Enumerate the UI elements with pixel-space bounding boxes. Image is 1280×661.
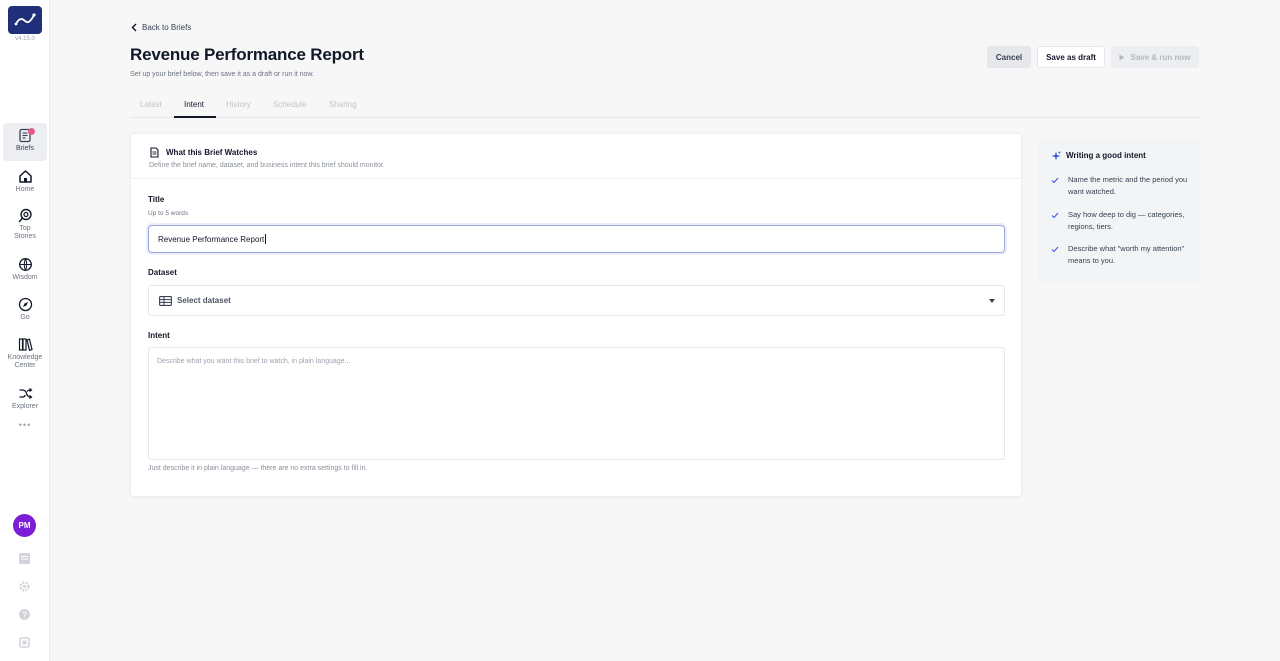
save-and-run-button[interactable]: Save & run now — [1111, 46, 1199, 68]
page-subtitle: Set up your brief below, then save it as… — [130, 71, 315, 78]
app-logo[interactable] — [8, 6, 42, 34]
sidebar-item-wisdom[interactable]: Wisdom — [3, 257, 47, 282]
sidebar-item-label: Explorer — [11, 403, 39, 410]
chip-icon[interactable] — [18, 636, 31, 649]
intent-field-label: Intent — [148, 331, 170, 340]
tip-item: Say how deep to dig — categories, region… — [1068, 210, 1185, 231]
active-tab-indicator — [174, 116, 216, 118]
chevron-down-icon — [989, 299, 995, 303]
title-input[interactable]: Revenue Performance Report — [148, 225, 1005, 253]
shuffle-icon — [19, 388, 32, 399]
check-icon — [1051, 212, 1059, 219]
title-input-value: Revenue Performance Report — [158, 234, 265, 244]
top-stories-icon — [18, 208, 32, 223]
sidebar-item-top-stories[interactable]: Top Stories — [3, 208, 47, 241]
sidebar: v4.15.0 Briefs Home Top Stories Wisdom G… — [0, 0, 50, 661]
play-icon — [1119, 54, 1125, 60]
tip-item: Name the metric and the period you want … — [1068, 175, 1188, 196]
library-icon — [18, 338, 33, 351]
gear-icon[interactable] — [18, 580, 31, 593]
notification-badge — [28, 128, 35, 135]
tips-title: Writing a good intent — [1066, 151, 1146, 160]
sidebar-item-explorer[interactable]: Explorer — [3, 386, 47, 411]
card-subtitle: Define the brief name, dataset, and busi… — [149, 162, 385, 169]
title-field-label: Title — [148, 195, 165, 204]
sparkle-icon — [1051, 151, 1061, 161]
title-field-hint: Up to 5 words — [148, 210, 189, 217]
sidebar-item-label: Top Stories — [14, 225, 36, 240]
sidebar-item-home[interactable]: Home — [3, 169, 47, 194]
tab-latest[interactable]: Latest — [140, 100, 162, 109]
brief-form-card: What this Brief Watches Define the brief… — [130, 133, 1022, 497]
tip-item: Describe what "worth my attention" means… — [1068, 244, 1185, 265]
check-icon — [1051, 246, 1059, 253]
brief-tabs: Latest Intent History Schedule Sharing — [130, 96, 1200, 118]
dataset-select[interactable]: Select dataset — [148, 285, 1005, 316]
sidebar-item-label: Go — [20, 314, 30, 321]
back-to-briefs-link[interactable]: Back to Briefs — [131, 23, 191, 32]
page-title: Revenue Performance Report — [130, 45, 364, 64]
intent-placeholder: Describe what you want this brief to wat… — [157, 358, 351, 365]
home-icon — [18, 170, 32, 183]
save-as-draft-button[interactable]: Save as draft — [1037, 46, 1105, 68]
sidebar-item-go[interactable]: Go — [3, 297, 47, 322]
tab-schedule[interactable]: Schedule — [273, 100, 306, 109]
chevron-left-icon — [131, 23, 137, 32]
dataset-placeholder: Select dataset — [177, 296, 231, 305]
app-version: v4.15.0 — [15, 36, 35, 42]
help-icon[interactable]: ? — [18, 608, 31, 621]
card-title: What this Brief Watches — [166, 148, 258, 157]
card-header: What this Brief Watches Define the brief… — [131, 134, 1021, 179]
intent-helper-text: Just describe it in plain language — the… — [148, 465, 368, 472]
back-link-label: Back to Briefs — [142, 23, 192, 32]
intent-textarea[interactable]: Describe what you want this brief to wat… — [148, 347, 1005, 460]
text-cursor — [265, 234, 267, 244]
compass-icon — [18, 297, 32, 312]
dataset-field-label: Dataset — [148, 268, 177, 277]
more-nav-button[interactable]: ••• — [0, 420, 50, 430]
intent-tips-panel: Writing a good intent Name the metric an… — [1038, 138, 1200, 284]
stack-icon[interactable] — [18, 552, 31, 565]
check-icon — [1051, 177, 1059, 184]
logo-icon — [14, 13, 36, 26]
tab-intent[interactable]: Intent — [184, 100, 204, 109]
sidebar-item-label: Wisdom — [12, 274, 38, 281]
tab-sharing[interactable]: Sharing — [329, 100, 357, 109]
sidebar-item-knowledge-center[interactable]: Knowledge Center — [3, 337, 47, 370]
avatar[interactable]: PM — [13, 514, 36, 537]
sidebar-item-briefs[interactable]: Briefs — [3, 123, 47, 161]
wisdom-icon — [18, 258, 32, 271]
save-and-run-label: Save & run now — [1130, 52, 1191, 62]
sidebar-item-label: Home — [15, 186, 35, 193]
table-icon — [159, 295, 172, 306]
svg-text:?: ? — [22, 611, 27, 620]
sidebar-item-label: Briefs — [16, 145, 34, 152]
sidebar-item-label: Knowledge Center — [7, 354, 43, 369]
cancel-button[interactable]: Cancel — [987, 46, 1031, 68]
tab-history[interactable]: History — [226, 100, 251, 109]
document-icon — [150, 147, 159, 158]
